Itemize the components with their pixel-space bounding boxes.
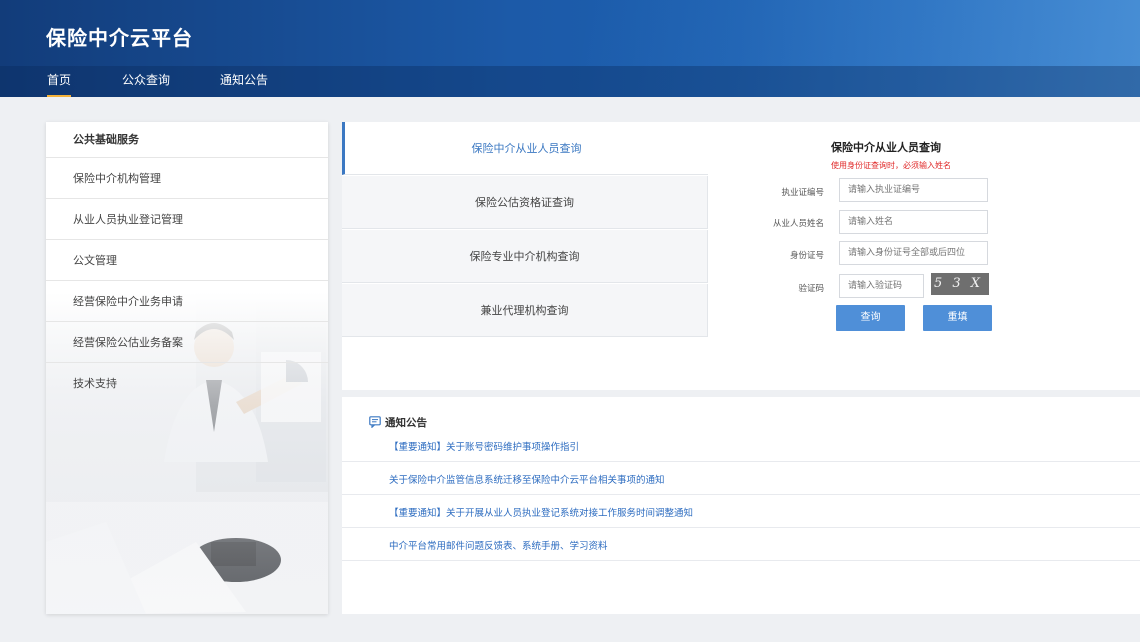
captcha-image[interactable]: 5 3 X S <box>931 273 989 295</box>
notice-item[interactable]: 【重要通知】关于账号密码维护事项操作指引 <box>342 429 1140 462</box>
nav-public-query[interactable]: 公众查询 <box>122 66 170 97</box>
notice-panel: 通知公告 【重要通知】关于账号密码维护事项操作指引 关于保险中介监管信息系统迁移… <box>342 397 1140 614</box>
license-number-label: 执业证编号 <box>781 188 824 198</box>
notice-link[interactable]: 【重要通知】关于开展从业人员执业登记系统对接工作服务时间调整通知 <box>389 505 693 519</box>
nav-home[interactable]: 首页 <box>47 66 72 97</box>
reset-button[interactable]: 重填 <box>923 305 992 331</box>
tab-agency-query[interactable]: 保险专业中介机构查询 <box>342 230 708 283</box>
notice-item[interactable]: 【重要通知】关于开展从业人员执业登记系统对接工作服务时间调整通知 <box>342 495 1140 528</box>
name-input[interactable] <box>839 210 988 234</box>
form-warning: 使用身份证查询时，必须输入姓名 <box>831 161 951 170</box>
form-title: 保险中介从业人员查询 <box>831 141 941 154</box>
nav-notices[interactable]: 通知公告 <box>220 66 268 97</box>
sidebar-item-intermediary-application[interactable]: 经营保险中介业务申请 <box>46 281 328 322</box>
notice-link[interactable]: 中介平台常用邮件问题反馈表、系统手册、学习资料 <box>389 538 608 552</box>
top-header: 保险中介云平台 首页 公众查询 通知公告 <box>0 0 1140 97</box>
name-label: 从业人员姓名 <box>772 219 824 229</box>
notice-heading-label: 通知公告 <box>385 417 427 429</box>
tab-practitioner-query[interactable]: 保险中介从业人员查询 <box>342 122 708 175</box>
id-number-input[interactable] <box>839 241 988 265</box>
sidebar-item-tech-support[interactable]: 技术支持 <box>46 363 328 404</box>
query-button[interactable]: 查询 <box>836 305 905 331</box>
license-number-input[interactable] <box>839 178 988 202</box>
id-number-label: 身份证号 <box>789 251 824 261</box>
tab-assessor-certificate-query[interactable]: 保险公估资格证查询 <box>342 176 708 229</box>
main-nav: 首页 公众查询 通知公告 <box>0 66 1140 97</box>
app-title: 保险中介云平台 <box>46 26 193 50</box>
sidebar-item-practitioner-registration[interactable]: 从业人员执业登记管理 <box>46 199 328 240</box>
notice-link[interactable]: 关于保险中介监管信息系统迁移至保险中介云平台相关事项的通知 <box>389 472 665 486</box>
sidebar: 公共基础服务 保险中介机构管理 从业人员执业登记管理 公文管理 经营保险中介业务… <box>46 122 328 614</box>
tab-concurrent-agent-query[interactable]: 兼业代理机构查询 <box>342 284 708 337</box>
captcha-label: 验证码 <box>798 284 824 294</box>
notice-item[interactable]: 中介平台常用邮件问题反馈表、系统手册、学习资料 <box>342 528 1140 561</box>
captcha-input[interactable] <box>839 274 924 298</box>
notice-link[interactable]: 【重要通知】关于账号密码维护事项操作指引 <box>389 439 579 453</box>
notice-item[interactable]: 关于保险中介监管信息系统迁移至保险中介云平台相关事项的通知 <box>342 462 1140 495</box>
sidebar-item-assessment-filing[interactable]: 经营保险公估业务备案 <box>46 322 328 363</box>
sidebar-item-agency-management[interactable]: 保险中介机构管理 <box>46 158 328 199</box>
sidebar-item-document-management[interactable]: 公文管理 <box>46 240 328 281</box>
query-panel: 保险中介从业人员查询 保险公估资格证查询 保险专业中介机构查询 兼业代理机构查询… <box>342 122 1140 390</box>
sidebar-heading: 公共基础服务 <box>46 122 328 158</box>
